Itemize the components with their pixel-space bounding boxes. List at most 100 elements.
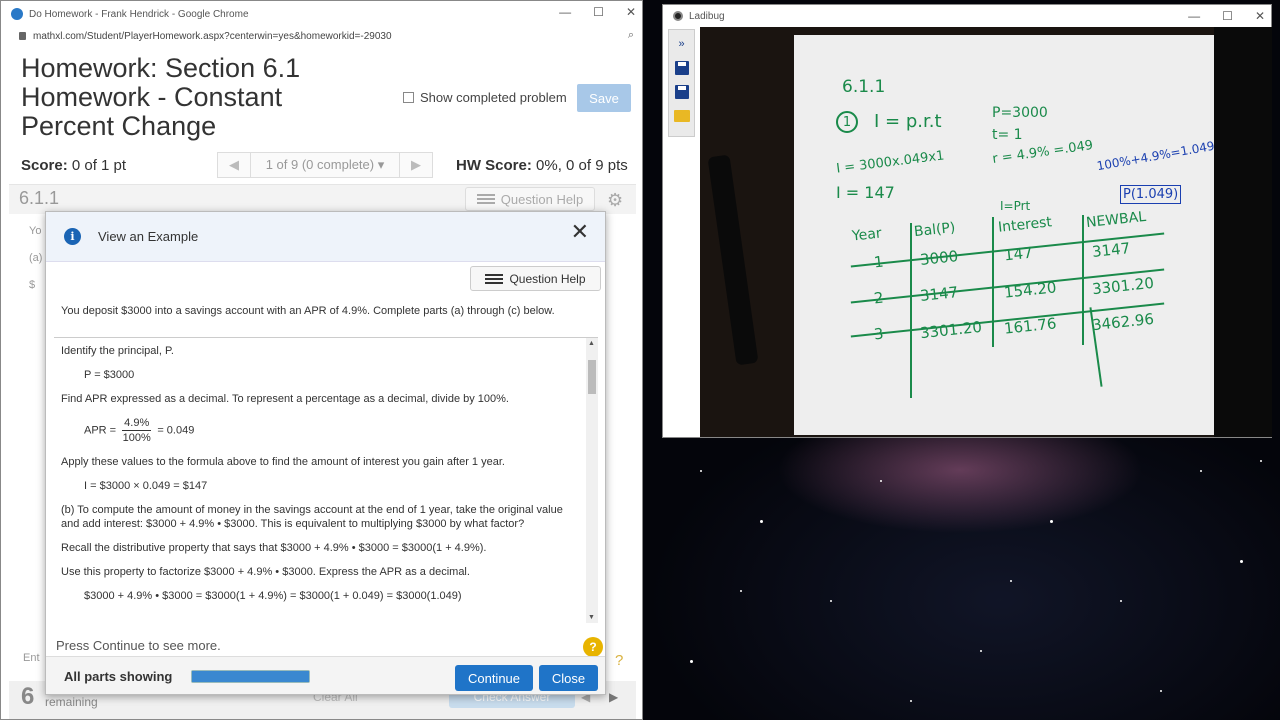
apr-result: = 0.049 [157, 424, 195, 437]
show-completed-toggle[interactable]: Show completed problem [403, 90, 567, 105]
hw-score-label: HW Score: [456, 157, 532, 174]
zoom-icon[interactable]: ⌕ [628, 29, 634, 42]
chrome-titlebar: Do Homework - Frank Hendrick - Google Ch… [1, 1, 642, 27]
table-cell: 3 [873, 324, 885, 344]
folder-icon[interactable] [673, 108, 690, 124]
hw-score: HW Score: 0%, 0 of 9 pts [456, 157, 628, 174]
question-help-button-bg[interactable]: Question Help [465, 187, 595, 211]
table-column-rule [910, 223, 912, 398]
progress-bar [191, 670, 310, 683]
table-column-rule [1082, 215, 1084, 345]
table-column-rule [992, 217, 994, 347]
dialog-header: i View an Example ✕ [46, 212, 605, 262]
equation: $3000 + 4.9% • $3000 = $3000(1 + 4.9%) =… [84, 590, 462, 602]
minimize-icon[interactable]: — [559, 5, 571, 19]
table-cell: 147 [1003, 243, 1034, 265]
note-factor-box: P(1.049) [1120, 185, 1182, 204]
apr-label: APR = [84, 424, 117, 437]
note-iprt: I=Prt [1000, 199, 1031, 213]
scrollbar-thumb[interactable] [588, 360, 596, 394]
save-as-icon[interactable] [674, 84, 690, 100]
dialog-title: View an Example [98, 229, 199, 244]
score: Score: 0 of 1 pt [21, 157, 126, 174]
address-bar[interactable]: mathxl.com/Student/PlayerHomework.aspx?c… [1, 27, 642, 45]
chevron-down-icon: ▾ [377, 157, 385, 172]
homework-title: Homework: Section 6.1 Homework - Constan… [21, 53, 301, 141]
progress-fill [192, 671, 309, 682]
close-icon[interactable]: ✕ [1255, 9, 1265, 23]
url-text[interactable]: mathxl.com/Student/PlayerHomework.aspx?c… [33, 31, 392, 42]
question-help-bg-label: Question Help [500, 191, 584, 207]
remaining-label: remaining [45, 695, 98, 709]
score-label: Score: [21, 157, 68, 174]
step-text: (b) To compute the amount of money in th… [61, 504, 563, 530]
maximize-icon[interactable]: ☐ [593, 5, 604, 19]
save-button[interactable]: Save [577, 84, 631, 112]
apr-fraction: 4.9% 100% [122, 416, 152, 445]
equation: P = $3000 [84, 369, 135, 381]
list-icon [476, 194, 495, 204]
info-icon: i [64, 228, 81, 245]
list-icon [485, 273, 504, 284]
continue-button[interactable]: Continue [455, 665, 533, 691]
gear-icon[interactable]: ⚙ [607, 190, 623, 211]
hw-score-value: 0%, 0 of 9 pts [536, 157, 628, 174]
next-arrow-icon[interactable]: ▶ [609, 690, 618, 704]
help-icon[interactable]: ? [583, 637, 603, 657]
minimize-icon[interactable]: — [1188, 9, 1200, 23]
lock-icon [19, 32, 26, 40]
next-question-icon[interactable]: ▶ [400, 157, 432, 173]
scrollbar[interactable]: ▲ ▼ [586, 338, 598, 623]
dialog-footer: All parts showing Continue Close [46, 656, 605, 694]
step-text: Find APR expressed as a decimal. To repr… [61, 393, 509, 405]
question-selector[interactable]: 1 of 9 (0 complete) ▾ [250, 153, 400, 177]
scroll-down-icon[interactable]: ▼ [588, 614, 595, 621]
close-button[interactable]: Close [539, 665, 598, 691]
close-icon[interactable]: ✕ [626, 5, 636, 19]
bg-text-enter: Ent [23, 652, 40, 664]
note-formula: I = p.r.t [874, 111, 942, 132]
table-cell: 1 [873, 252, 885, 272]
score-value: 0 of 1 pt [71, 157, 127, 174]
save-icon[interactable] [674, 60, 690, 76]
show-completed-checkbox[interactable] [403, 92, 414, 103]
window-title: Do Homework - Frank Hendrick - Google Ch… [29, 8, 249, 20]
step-text: Identify the principal, P. [61, 345, 174, 357]
maximize-icon[interactable]: ☐ [1222, 9, 1233, 23]
remaining-count: 6 [21, 683, 35, 710]
prev-question-icon[interactable]: ◀ [218, 157, 250, 173]
mathxl-favicon-icon [11, 8, 23, 20]
table-cell: 2 [873, 288, 885, 308]
close-icon[interactable]: ✕ [571, 221, 589, 243]
note-section: 6.1.1 [842, 77, 886, 97]
camera-view: 6.1.1 1 I = p.r.t P=3000 t= 1 r = 4.9% =… [700, 27, 1272, 437]
bg-text-dollar: $ [29, 279, 36, 291]
step-text: Use this property to factorize $3000 + 4… [61, 566, 470, 578]
step-text: Recall the distributive property that sa… [61, 542, 487, 554]
ladibug-titlebar: Ladibug — ☐ ✕ [663, 5, 1271, 27]
example-scroll-area[interactable]: Identify the principal, P. P = $3000 Fin… [54, 337, 598, 623]
equation: I = $3000 × 0.049 = $147 [84, 480, 208, 492]
note-result: I = 147 [836, 183, 895, 202]
problem-statement: You deposit $3000 into a savings account… [61, 305, 555, 317]
camera-edge [1214, 27, 1272, 437]
ladibug-title: Ladibug [689, 10, 725, 22]
ladibug-toolbar: » [668, 29, 695, 137]
question-number: 6.1.1 [19, 188, 60, 208]
bg-text-you: Yo [29, 225, 42, 237]
apr-equation: APR = 4.9% 100% = 0.049 [61, 416, 579, 445]
table-header-cell: Year [851, 225, 883, 245]
ladibug-app-icon [673, 11, 683, 21]
press-continue-text: Press Continue to see more. [56, 638, 221, 653]
note-t-value: t= 1 [992, 127, 1023, 143]
fraction-numerator: 4.9% [122, 417, 152, 431]
show-completed-label: Show completed problem [420, 90, 567, 105]
question-selector-text: 1 of 9 (0 complete) [265, 157, 375, 172]
pen [707, 154, 759, 366]
note-p-value: P=3000 [992, 105, 1048, 121]
bg-help-icon[interactable]: ? [615, 652, 623, 669]
expand-icon[interactable]: » [674, 36, 690, 52]
step-text: Apply these values to the formula above … [61, 456, 505, 468]
scroll-up-icon[interactable]: ▲ [588, 340, 595, 347]
question-help-button[interactable]: Question Help [470, 266, 601, 291]
